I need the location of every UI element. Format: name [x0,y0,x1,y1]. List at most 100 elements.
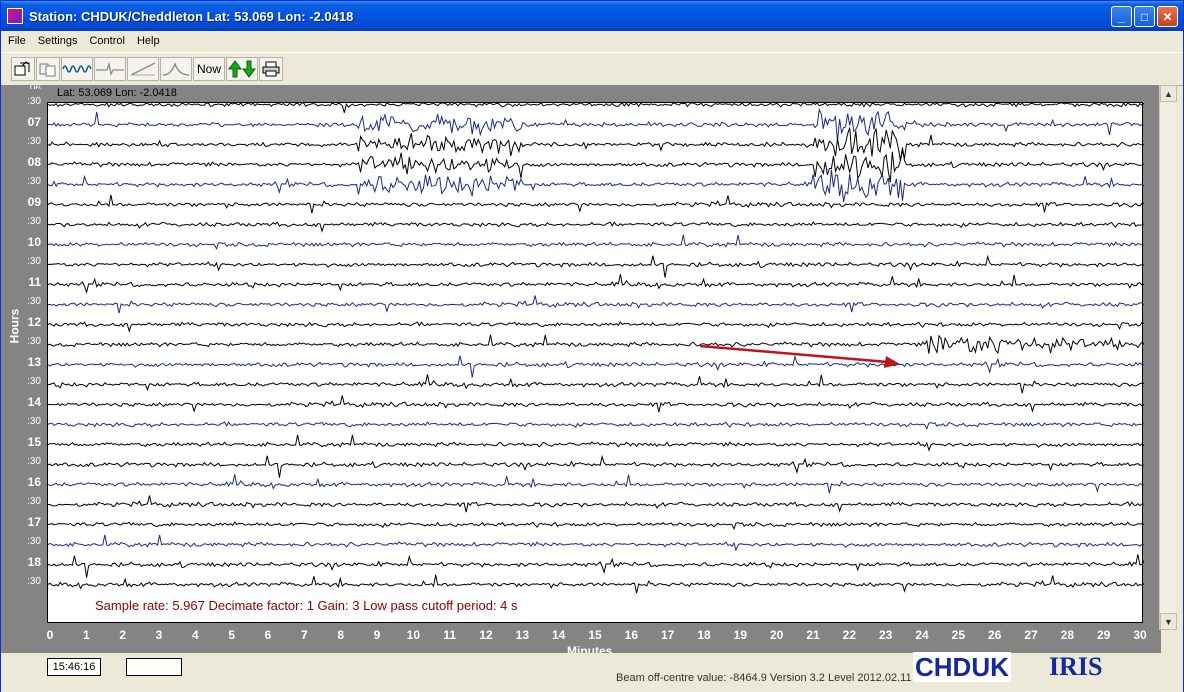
hour-label: 17 [27,515,41,529]
copy-icon[interactable] [36,57,60,81]
minute-tick-label: 7 [300,628,308,642]
toolbar: Now [1,52,1183,86]
seismogram-trace [48,534,1144,552]
seismogram-trace [48,295,1144,314]
hour-label-partial: 06 [29,83,41,89]
open-file-icon[interactable] [11,57,35,81]
blank-field[interactable] [126,658,182,676]
minute-tick-label: 18 [697,628,711,642]
minute-tick-label: 16 [624,628,638,642]
half-hour-label: :30 [27,216,41,227]
menu-help[interactable]: Help [132,35,165,47]
ramp-icon[interactable] [127,57,159,81]
seismogram-trace [48,354,1144,378]
minute-tick-label: 30 [1133,628,1147,642]
seismogram-trace [48,194,1144,214]
minute-tick-label: 14 [551,628,566,642]
hour-label: 11 [28,275,41,289]
seismogram-trace [48,554,1144,578]
version-info: Beam off-centre value: -8464.9 Version 3… [616,672,912,684]
minute-tick-label: 10 [406,628,420,642]
seismogram-trace [48,574,1144,594]
hour-label: 18 [27,555,41,569]
minute-tick-label: 26 [987,628,1002,642]
hour-label: 09 [27,195,41,209]
title-bar[interactable]: Station: CHDUK/Cheddleton Lat: 53.069 Lo… [1,1,1183,31]
hour-label: 14 [27,395,41,409]
seismogram-trace [48,254,1144,278]
minute-tick-label: 28 [1060,628,1074,642]
half-hour-label: :30 [27,576,41,587]
minute-tick-label: 24 [915,628,929,642]
half-hour-label: :30 [27,496,41,507]
waveform-icon[interactable] [61,57,93,81]
minute-tick-label: 25 [951,628,965,642]
seismogram-trace [48,474,1144,494]
seismogram-trace [48,234,1144,251]
seismogram-trace [48,321,1144,333]
y-axis-title: Hours [7,308,22,344]
half-hour-label: :30 [27,296,41,307]
seismogram-trace [48,274,1144,294]
seismogram-trace [48,421,1144,431]
seismogram-trace [48,395,1144,413]
hour-label: 07 [27,115,41,129]
main-window: Station: CHDUK/Cheddleton Lat: 53.069 Lo… [0,0,1184,692]
seismogram-trace [48,434,1144,452]
half-hour-label: :30 [27,256,41,267]
menu-file[interactable]: File [3,35,31,47]
minute-tick-label: 19 [733,628,747,642]
up-down-arrows-icon[interactable] [226,57,258,81]
menu-settings[interactable]: Settings [33,35,83,47]
close-button[interactable]: ✕ [1157,6,1178,27]
half-hour-label: :30 [27,376,41,387]
seismogram-trace [48,334,1144,355]
station-logo: CHDUK [913,652,1011,682]
window-title: Station: CHDUK/Cheddleton Lat: 53.069 Lo… [29,8,354,24]
scroll-up-icon[interactable]: ▲ [1160,85,1177,102]
menu-bar: File Settings Control Help [1,31,1183,51]
minute-tick-label: 15 [588,628,602,642]
minute-tick-label: 3 [155,628,163,642]
minimize-button[interactable]: _ [1111,6,1132,27]
seismogram-plot[interactable] [47,102,1144,623]
menu-control[interactable]: Control [84,35,129,47]
minute-tick-label: 1 [82,628,90,642]
print-icon[interactable] [259,57,283,81]
seismogram-traces [48,103,1144,594]
seismogram-trace [48,495,1144,513]
seismogram-trace [48,169,1144,202]
scroll-down-icon[interactable]: ▼ [1160,613,1177,630]
minute-tick-label: 2 [119,628,126,642]
seismogram-trace [48,374,1144,394]
minute-tick-label: 29 [1096,628,1111,642]
minute-tick-label: 13 [515,628,529,642]
half-hour-label: :30 [27,456,41,467]
half-hour-label: :30 [27,136,41,147]
now-button[interactable]: Now [193,57,225,81]
annotation-arrowhead [884,356,900,368]
app-icon [7,8,23,24]
seismogram-trace [48,521,1144,531]
filter-icon[interactable] [94,57,126,81]
time-display: 15:46:16 [47,658,101,676]
half-hour-label: :30 [27,416,41,427]
maximize-button[interactable]: □ [1134,6,1155,27]
seismogram-trace [48,103,1144,113]
coordinate-label: Lat: 53.069 Lon: -2.0418 [57,87,177,99]
sample-info-text: Sample rate: 5.967 Decimate factor: 1 Ga… [95,598,518,613]
hour-label: 15 [27,435,41,449]
vertical-scrollbar[interactable]: ▲ ▼ [1159,85,1177,630]
minute-tick-label: 4 [191,628,199,642]
seismogram-trace [48,127,1144,161]
iris-logo: IRIS [1049,652,1103,681]
half-hour-label: :30 [27,176,41,187]
half-hour-label: :30 [27,536,41,547]
minute-tick-label: 0 [46,628,54,642]
minute-tick-label: 17 [660,628,675,642]
spectrum-icon[interactable] [160,57,192,81]
minute-tick-label: 23 [878,628,893,642]
hour-label: 16 [27,475,41,489]
seismogram-trace [48,454,1144,478]
minute-tick-label: 12 [479,628,493,642]
